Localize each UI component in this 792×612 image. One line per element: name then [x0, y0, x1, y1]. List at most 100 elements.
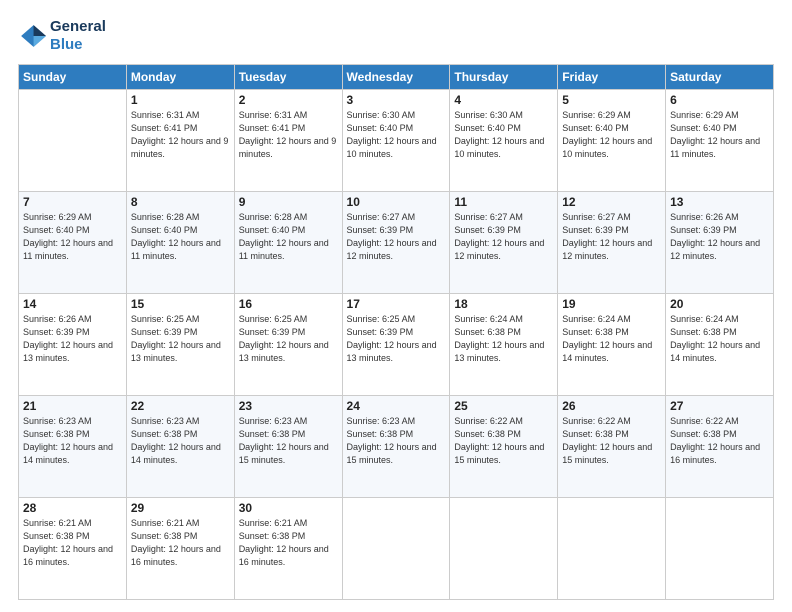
day-info: Sunrise: 6:21 AMSunset: 6:38 PMDaylight:… — [239, 517, 338, 569]
day-number: 7 — [23, 195, 122, 209]
day-cell: 6 Sunrise: 6:29 AMSunset: 6:40 PMDaylight… — [666, 90, 774, 192]
day-number: 16 — [239, 297, 338, 311]
day-cell: 1 Sunrise: 6:31 AMSunset: 6:41 PMDaylight… — [126, 90, 234, 192]
day-info: Sunrise: 6:23 AMSunset: 6:38 PMDaylight:… — [347, 415, 446, 467]
day-number: 4 — [454, 93, 553, 107]
day-number: 9 — [239, 195, 338, 209]
calendar-header: SundayMondayTuesdayWednesdayThursdayFrid… — [19, 65, 774, 90]
day-info: Sunrise: 6:29 AMSunset: 6:40 PMDaylight:… — [670, 109, 769, 161]
day-info: Sunrise: 6:29 AMSunset: 6:40 PMDaylight:… — [562, 109, 661, 161]
day-info: Sunrise: 6:30 AMSunset: 6:40 PMDaylight:… — [347, 109, 446, 161]
day-info: Sunrise: 6:27 AMSunset: 6:39 PMDaylight:… — [562, 211, 661, 263]
day-number: 24 — [347, 399, 446, 413]
day-info: Sunrise: 6:22 AMSunset: 6:38 PMDaylight:… — [454, 415, 553, 467]
header-day-saturday: Saturday — [666, 65, 774, 90]
day-number: 19 — [562, 297, 661, 311]
day-info: Sunrise: 6:28 AMSunset: 6:40 PMDaylight:… — [239, 211, 338, 263]
day-cell: 21 Sunrise: 6:23 AMSunset: 6:38 PMDayligh… — [19, 396, 127, 498]
day-number: 3 — [347, 93, 446, 107]
day-info: Sunrise: 6:24 AMSunset: 6:38 PMDaylight:… — [670, 313, 769, 365]
day-info: Sunrise: 6:23 AMSunset: 6:38 PMDaylight:… — [23, 415, 122, 467]
header-day-wednesday: Wednesday — [342, 65, 450, 90]
day-number: 20 — [670, 297, 769, 311]
day-cell: 27Sunrise: 6:22 AMSunset: 6:38 PMDayligh… — [666, 396, 774, 498]
day-number: 14 — [23, 297, 122, 311]
day-cell: 17 Sunrise: 6:25 AMSunset: 6:39 PMDayligh… — [342, 294, 450, 396]
day-cell: 24 Sunrise: 6:23 AMSunset: 6:38 PMDayligh… — [342, 396, 450, 498]
day-number: 26 — [562, 399, 661, 413]
day-cell — [342, 498, 450, 600]
day-info: Sunrise: 6:25 AMSunset: 6:39 PMDaylight:… — [347, 313, 446, 365]
day-info: Sunrise: 6:24 AMSunset: 6:38 PMDaylight:… — [454, 313, 553, 365]
day-info: Sunrise: 6:26 AMSunset: 6:39 PMDaylight:… — [23, 313, 122, 365]
day-number: 17 — [347, 297, 446, 311]
day-info: Sunrise: 6:24 AMSunset: 6:38 PMDaylight:… — [562, 313, 661, 365]
logo-text: General Blue — [50, 18, 106, 54]
header: General Blue — [18, 18, 774, 54]
day-cell: 9 Sunrise: 6:28 AMSunset: 6:40 PMDaylight… — [234, 192, 342, 294]
day-number: 30 — [239, 501, 338, 515]
day-cell: 20 Sunrise: 6:24 AMSunset: 6:38 PMDayligh… — [666, 294, 774, 396]
header-row: SundayMondayTuesdayWednesdayThursdayFrid… — [19, 65, 774, 90]
calendar-table: SundayMondayTuesdayWednesdayThursdayFrid… — [18, 64, 774, 600]
week-row-1: 7 Sunrise: 6:29 AMSunset: 6:40 PMDaylight… — [19, 192, 774, 294]
day-number: 10 — [347, 195, 446, 209]
day-number: 18 — [454, 297, 553, 311]
day-info: Sunrise: 6:23 AMSunset: 6:38 PMDaylight:… — [239, 415, 338, 467]
day-cell: 16 Sunrise: 6:25 AMSunset: 6:39 PMDayligh… — [234, 294, 342, 396]
day-info: Sunrise: 6:21 AMSunset: 6:38 PMDaylight:… — [131, 517, 230, 569]
day-number: 27 — [670, 399, 769, 413]
day-cell: 19 Sunrise: 6:24 AMSunset: 6:38 PMDayligh… — [558, 294, 666, 396]
day-number: 6 — [670, 93, 769, 107]
day-cell: 28Sunrise: 6:21 AMSunset: 6:38 PMDayligh… — [19, 498, 127, 600]
day-cell: 26Sunrise: 6:22 AMSunset: 6:38 PMDayligh… — [558, 396, 666, 498]
day-number: 25 — [454, 399, 553, 413]
day-cell: 11Sunrise: 6:27 AMSunset: 6:39 PMDayligh… — [450, 192, 558, 294]
header-day-friday: Friday — [558, 65, 666, 90]
page: General Blue SundayMondayTuesdayWednesda… — [0, 0, 792, 612]
day-info: Sunrise: 6:23 AMSunset: 6:38 PMDaylight:… — [131, 415, 230, 467]
day-info: Sunrise: 6:31 AMSunset: 6:41 PMDaylight:… — [239, 109, 338, 161]
day-number: 23 — [239, 399, 338, 413]
day-info: Sunrise: 6:29 AMSunset: 6:40 PMDaylight:… — [23, 211, 122, 263]
day-number: 21 — [23, 399, 122, 413]
day-cell: 13Sunrise: 6:26 AMSunset: 6:39 PMDayligh… — [666, 192, 774, 294]
day-cell: 23 Sunrise: 6:23 AMSunset: 6:38 PMDayligh… — [234, 396, 342, 498]
day-info: Sunrise: 6:25 AMSunset: 6:39 PMDaylight:… — [131, 313, 230, 365]
day-info: Sunrise: 6:31 AMSunset: 6:41 PMDaylight:… — [131, 109, 230, 161]
logo: General Blue — [18, 18, 106, 54]
day-cell: 22Sunrise: 6:23 AMSunset: 6:38 PMDayligh… — [126, 396, 234, 498]
week-row-2: 14 Sunrise: 6:26 AMSunset: 6:39 PMDayligh… — [19, 294, 774, 396]
header-day-sunday: Sunday — [19, 65, 127, 90]
day-cell: 15 Sunrise: 6:25 AMSunset: 6:39 PMDayligh… — [126, 294, 234, 396]
day-cell: 10Sunrise: 6:27 AMSunset: 6:39 PMDayligh… — [342, 192, 450, 294]
week-row-4: 28 Sunrise: 6:21 AMSunset: 6:38 PMDayligh… — [19, 498, 774, 600]
day-cell: 12 Sunrise: 6:27 AMSunset: 6:39 PMDayligh… — [558, 192, 666, 294]
day-cell: 4 Sunrise: 6:30 AMSunset: 6:40 PMDaylight… — [450, 90, 558, 192]
day-cell: 5 Sunrise: 6:29 AMSunset: 6:40 PMDaylight… — [558, 90, 666, 192]
day-info: Sunrise: 6:30 AMSunset: 6:40 PMDaylight:… — [454, 109, 553, 161]
day-info: Sunrise: 6:27 AMSunset: 6:39 PMDaylight:… — [454, 211, 553, 263]
day-cell — [450, 498, 558, 600]
day-info: Sunrise: 6:28 AMSunset: 6:40 PMDaylight:… — [131, 211, 230, 263]
day-number: 5 — [562, 93, 661, 107]
header-day-thursday: Thursday — [450, 65, 558, 90]
day-cell — [666, 498, 774, 600]
day-number: 29 — [131, 501, 230, 515]
day-number: 8 — [131, 195, 230, 209]
logo-icon — [18, 22, 46, 50]
day-number: 12 — [562, 195, 661, 209]
week-row-0: 1 Sunrise: 6:31 AMSunset: 6:41 PMDaylight… — [19, 90, 774, 192]
day-cell — [558, 498, 666, 600]
day-number: 1 — [131, 93, 230, 107]
day-info: Sunrise: 6:26 AMSunset: 6:39 PMDaylight:… — [670, 211, 769, 263]
day-cell — [19, 90, 127, 192]
day-cell: 3 Sunrise: 6:30 AMSunset: 6:40 PMDaylight… — [342, 90, 450, 192]
day-number: 28 — [23, 501, 122, 515]
day-number: 15 — [131, 297, 230, 311]
day-cell: 7 Sunrise: 6:29 AMSunset: 6:40 PMDaylight… — [19, 192, 127, 294]
day-cell: 2Sunrise: 6:31 AMSunset: 6:41 PMDaylight… — [234, 90, 342, 192]
week-row-3: 21 Sunrise: 6:23 AMSunset: 6:38 PMDayligh… — [19, 396, 774, 498]
day-cell: 18 Sunrise: 6:24 AMSunset: 6:38 PMDayligh… — [450, 294, 558, 396]
day-info: Sunrise: 6:25 AMSunset: 6:39 PMDaylight:… — [239, 313, 338, 365]
